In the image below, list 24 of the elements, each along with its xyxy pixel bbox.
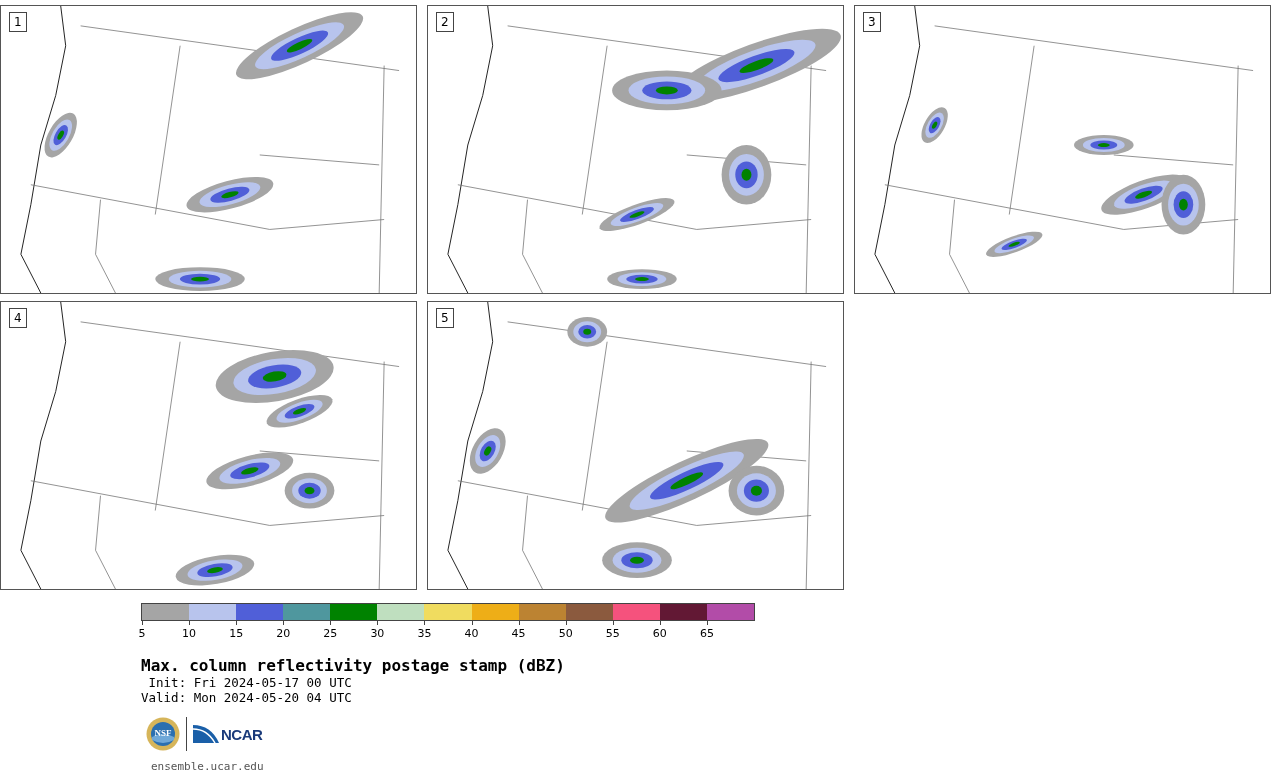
tick-label: 25 [323,627,338,640]
tick-label: 45 [511,627,526,640]
nsf-logo: NSF [146,717,180,751]
tick-label: 20 [276,627,291,640]
tick-label: 40 [464,627,479,640]
tick-label: 50 [558,627,573,640]
chart-title: Max. column reflectivity postage stamp (dBZ) [141,656,566,675]
panel-number: 4 [9,308,27,328]
tick-label: 5 [138,627,146,640]
tick-label: 60 [652,627,667,640]
panel-number: 5 [436,308,454,328]
panel-number: 2 [436,12,454,32]
website-url: ensemble.ucar.edu [151,760,265,773]
tick-label: 30 [370,627,385,640]
panel-number: 3 [863,12,881,32]
tick-label: 15 [229,627,244,640]
ncar-logo: NCAR [193,725,263,743]
tick-label: 10 [182,627,197,640]
valid-time: Valid: Mon 2024-05-20 04 UTC [141,690,353,705]
panel-number: 1 [9,12,27,32]
tick-label: 55 [605,627,620,640]
init-time: Init: Fri 2024-05-17 00 UTC [147,675,353,690]
tick-label: 35 [417,627,432,640]
tick-label: 65 [699,627,714,640]
